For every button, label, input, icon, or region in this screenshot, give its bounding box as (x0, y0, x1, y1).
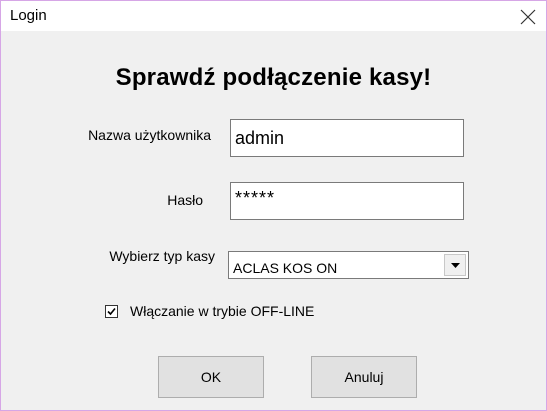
username-field[interactable]: admin (230, 119, 464, 157)
checkmark-icon (107, 307, 116, 316)
title-bar: Login (1, 1, 546, 31)
chevron-down-icon (451, 263, 460, 268)
password-label: Hasło (167, 192, 203, 208)
ok-button[interactable]: OK (158, 356, 264, 398)
username-label: Nazwa użytkownika (88, 127, 211, 143)
cancel-button[interactable]: Anuluj (311, 356, 417, 398)
close-icon (520, 9, 536, 25)
login-dialog: Login Sprawdź podłączenie kasy! Nazwa uż… (0, 0, 547, 411)
close-button[interactable] (506, 1, 546, 31)
dropdown-button[interactable] (444, 254, 466, 276)
page-title: Sprawdź podłączenie kasy! (115, 64, 432, 91)
offline-checkbox-label[interactable]: Włączanie w trybie OFF-LINE (130, 303, 314, 319)
register-type-label: Wybierz typ kasy (109, 248, 215, 264)
password-field[interactable]: ***** (230, 182, 464, 220)
window-title: Login (10, 7, 47, 24)
register-type-select[interactable]: ACLAS KOS ON (228, 251, 469, 279)
offline-checkbox[interactable] (105, 305, 118, 318)
register-type-value: ACLAS KOS ON (233, 260, 338, 276)
